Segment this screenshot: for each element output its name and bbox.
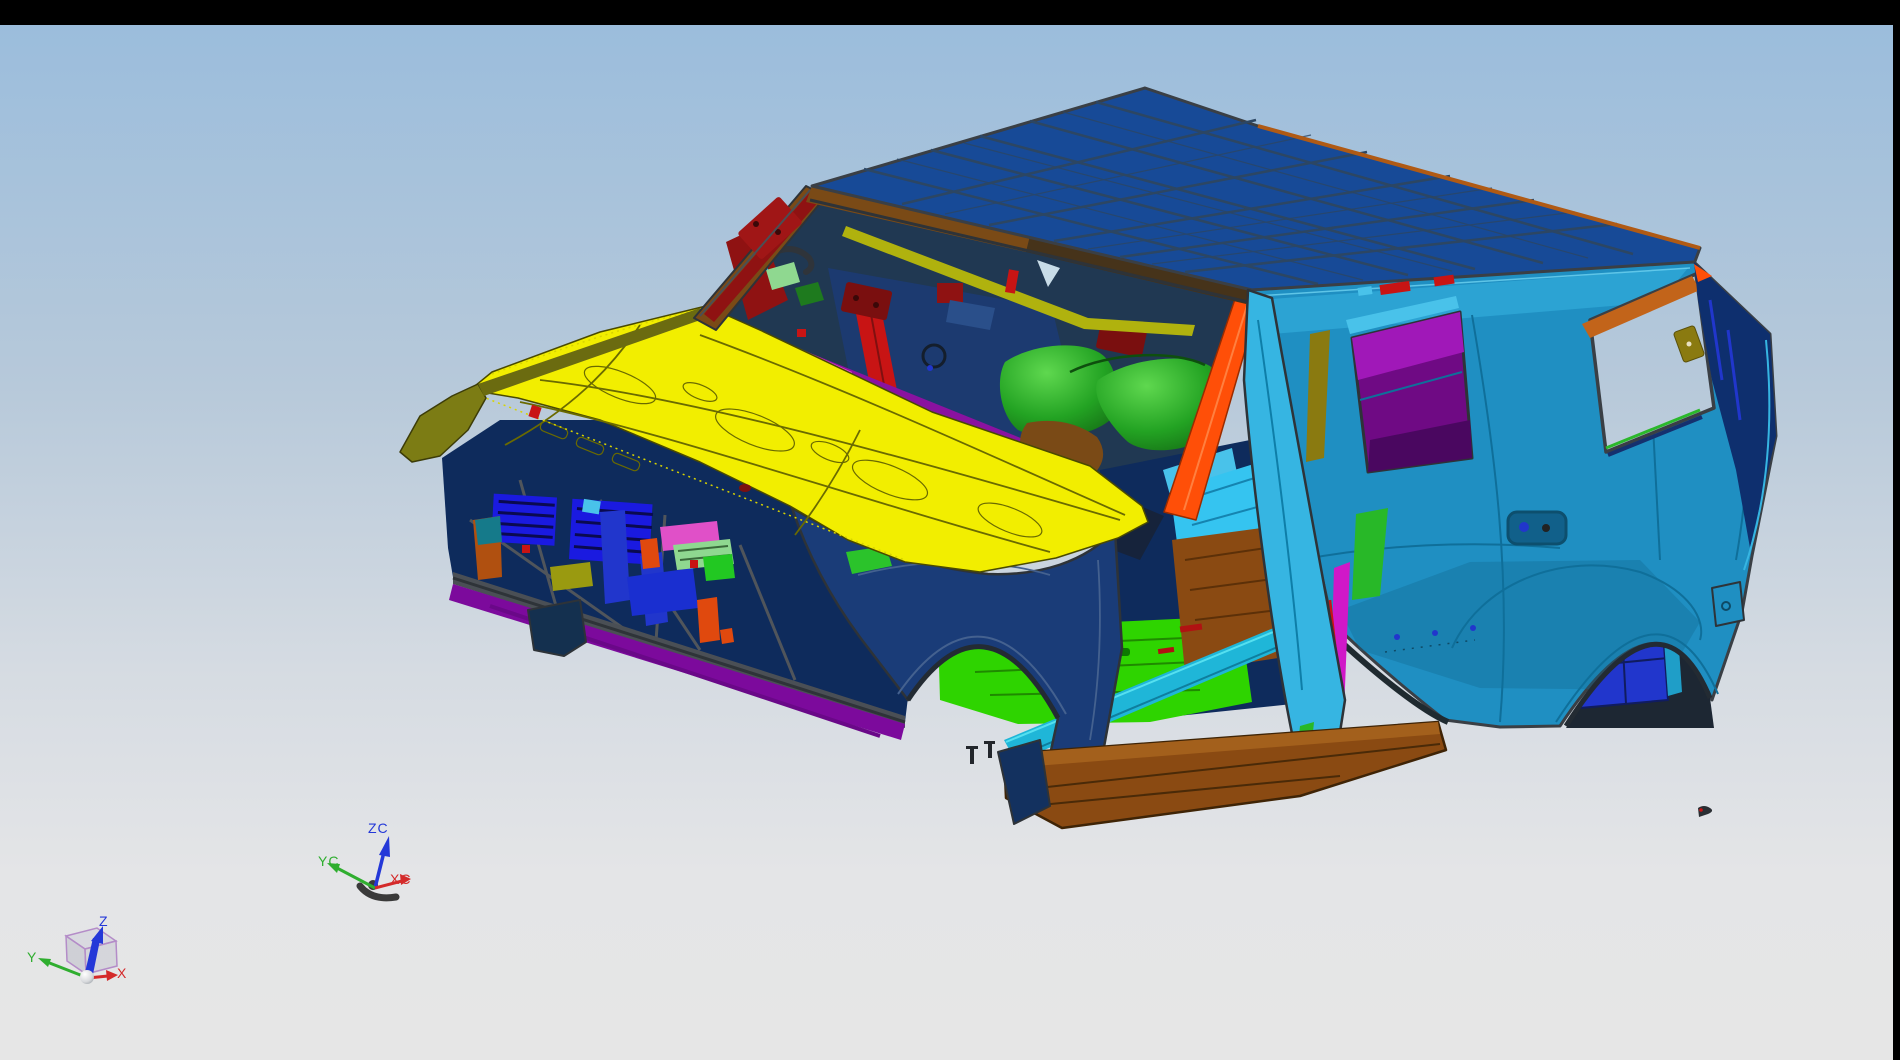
- detail-shape: [600, 510, 630, 604]
- datum-x-label: X: [117, 965, 127, 981]
- detail-shape: [522, 545, 530, 553]
- detail-shape: [797, 329, 806, 337]
- detail-shape: [873, 302, 879, 308]
- wcs-z-label: ZC: [368, 820, 389, 836]
- detail-shape: [753, 221, 759, 227]
- detail-shape: [1542, 524, 1550, 532]
- detail-shape: [853, 295, 859, 301]
- detail-shape: [582, 499, 601, 514]
- top-black-bar: [0, 0, 1900, 25]
- detail-shape: [720, 628, 734, 644]
- door-handle[interactable]: [1508, 512, 1566, 544]
- wcs-x-label: XC: [390, 871, 411, 887]
- detail-shape: [966, 746, 978, 749]
- detail-shape: [1394, 634, 1400, 640]
- detail-shape: [1687, 342, 1692, 347]
- detail-shape: [927, 365, 933, 371]
- 3d-viewport[interactable]: ZC YC XC Z Y X: [0, 0, 1900, 1060]
- detail-shape: [703, 554, 735, 581]
- datum-origin-sphere[interactable]: [80, 970, 94, 984]
- tow-hook-cover[interactable]: [528, 600, 586, 656]
- detail-shape: [475, 516, 502, 545]
- datum-z-label: Z: [99, 913, 109, 929]
- detail-shape: [1712, 582, 1744, 626]
- detail-shape: [1508, 512, 1566, 544]
- right-black-bar: [1893, 0, 1900, 1060]
- detail-shape: [739, 484, 751, 492]
- detail-shape: [1432, 630, 1438, 636]
- datum-y-label: Y: [27, 949, 37, 965]
- detail-shape: [697, 597, 720, 643]
- detail-shape: [1519, 522, 1529, 532]
- application-window: ZC YC XC Z Y X: [0, 0, 1900, 1060]
- loose-bracket[interactable]: [1712, 582, 1744, 626]
- detail-shape: [1470, 625, 1476, 631]
- wcs-y-label: YC: [318, 853, 339, 869]
- detail-shape: [1699, 808, 1703, 812]
- detail-shape: [640, 538, 660, 569]
- detail-shape: [550, 562, 593, 591]
- detail-shape: [984, 741, 995, 744]
- detail-shape: [690, 560, 698, 568]
